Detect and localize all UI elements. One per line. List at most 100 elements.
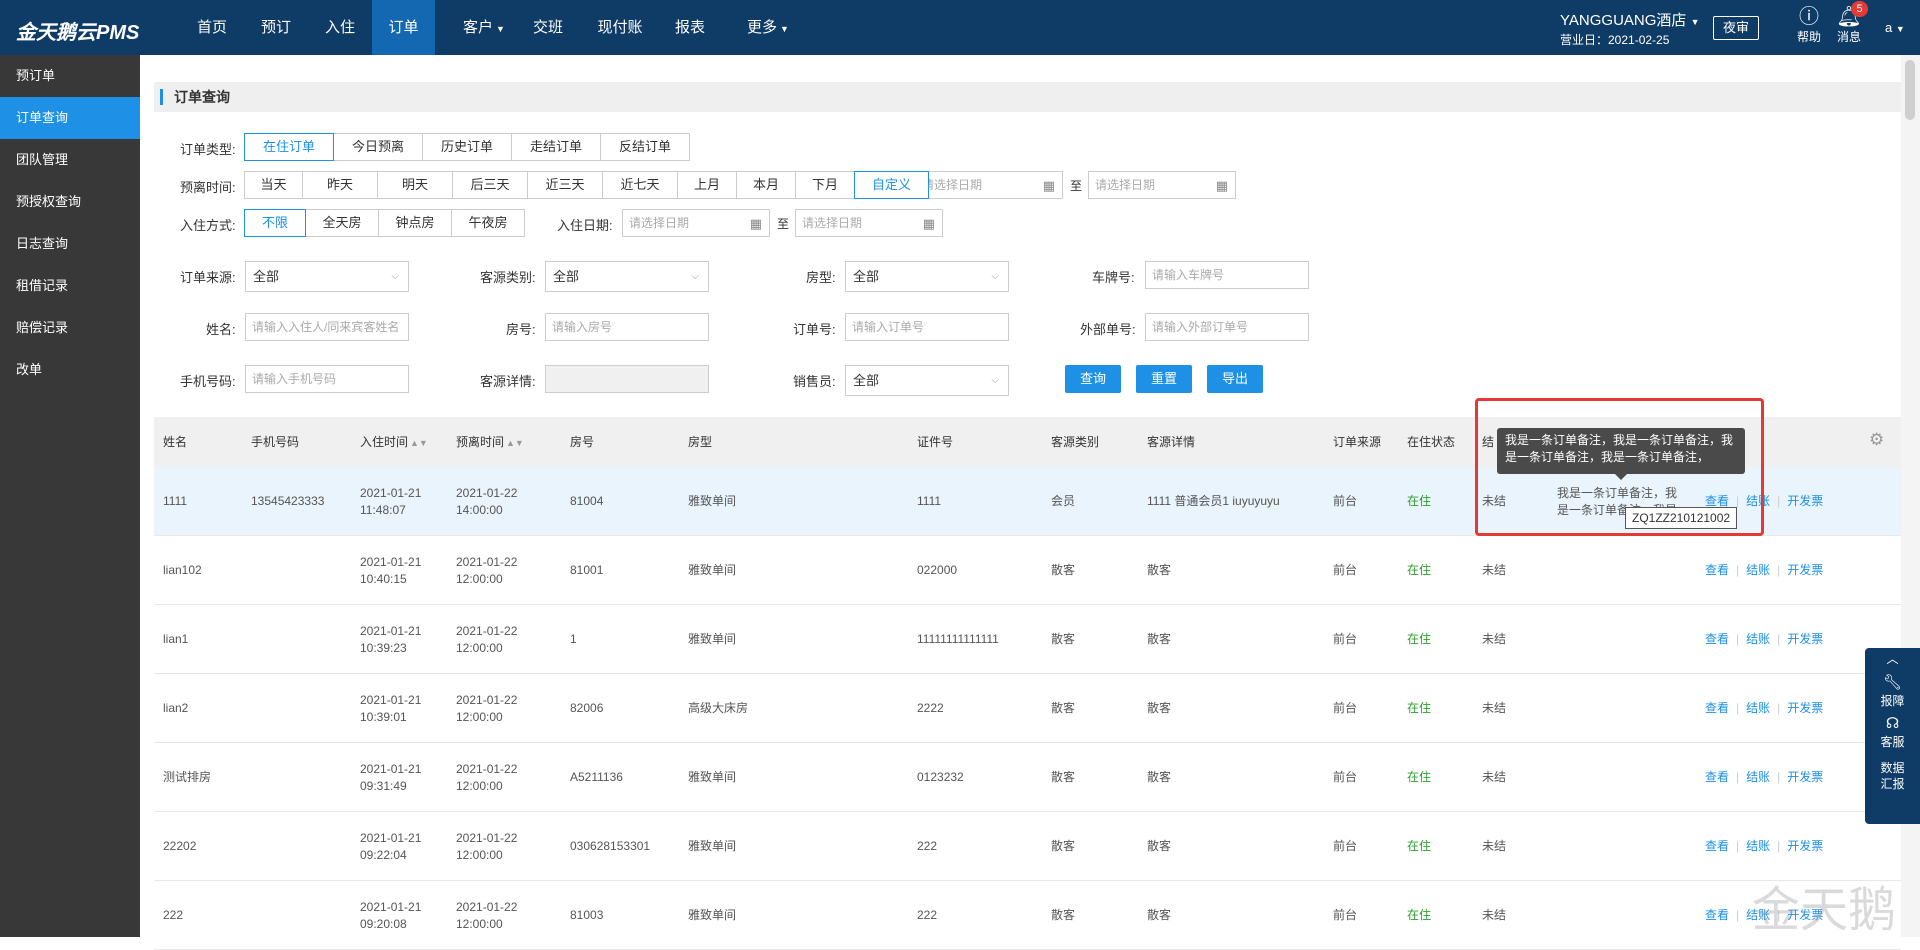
departure-yesterday[interactable]: 昨天	[302, 171, 378, 199]
departure-start-date[interactable]: 请选择日期 ▦	[915, 171, 1063, 199]
departure-next-month[interactable]: 下月	[795, 171, 855, 199]
nav-cash-account[interactable]: 现付账	[588, 0, 652, 55]
col-checkin-time[interactable]: 入住时间 ▲▼	[360, 417, 428, 467]
chevron-down-icon: ⌵	[991, 375, 999, 386]
departure-last-7-days[interactable]: 近七天	[602, 171, 678, 199]
query-button[interactable]: 查询	[1065, 365, 1121, 393]
nav-more[interactable]: 更多 ▼	[732, 0, 804, 55]
checkout-link[interactable]: 结账	[1746, 769, 1770, 786]
cell-remark-line-1: 我是一条订单备注，我	[1557, 485, 1678, 500]
nav-shift[interactable]: 交班	[524, 0, 572, 55]
nav-home[interactable]: 首页	[188, 0, 236, 55]
invoice-link[interactable]: 开发票	[1787, 700, 1823, 717]
phone-input[interactable]	[245, 365, 409, 393]
sidebar-item-rental-records[interactable]: 租借记录	[0, 265, 140, 307]
departure-last-month[interactable]: 上月	[677, 171, 737, 199]
name-input[interactable]	[245, 313, 409, 341]
sidebar-item-log-query[interactable]: 日志查询	[0, 223, 140, 265]
departure-custom[interactable]: 自定义	[854, 171, 929, 199]
data-report-button[interactable]: 数据汇报	[1880, 750, 1906, 792]
checkin-mode-hourly[interactable]: 钟点房	[378, 209, 452, 237]
sort-icon[interactable]: ▲▼	[410, 438, 428, 448]
order-type-reverse-settled[interactable]: 反结订单	[600, 133, 690, 161]
order-type-history[interactable]: 历史订单	[422, 133, 512, 161]
gear-icon[interactable]: ⚙	[1869, 430, 1884, 450]
sidebar-item-preauth-query[interactable]: 预授权查询	[0, 181, 140, 223]
departure-to-label: 至	[1070, 179, 1083, 193]
plate-input[interactable]	[1145, 261, 1309, 289]
repair-button[interactable]: 🔧︎ 报障	[1865, 670, 1920, 709]
view-link[interactable]: 查看	[1705, 769, 1729, 786]
checkin-mode-any[interactable]: 不限	[244, 209, 306, 237]
help-button[interactable]: ⓘ 帮助	[1794, 6, 1824, 45]
departure-last-3-days[interactable]: 近三天	[527, 171, 603, 199]
cell-departure: 2021-01-22 12:00:00	[456, 605, 517, 674]
view-link[interactable]: 查看	[1705, 562, 1729, 579]
checkout-link[interactable]: 结账	[1746, 631, 1770, 648]
departure-this-month[interactable]: 本月	[736, 171, 796, 199]
checkin-end-date[interactable]: 请选择日期 ▦	[795, 209, 943, 237]
app-logo[interactable]: 金天鹅云PMS	[16, 16, 139, 45]
order-type-walkout[interactable]: 走结订单	[511, 133, 601, 161]
invoice-link[interactable]: 开发票	[1787, 838, 1823, 855]
checkout-link[interactable]: 结账	[1746, 700, 1770, 717]
user-menu[interactable]: a ▼	[1885, 20, 1905, 35]
order-no-input[interactable]	[845, 313, 1009, 341]
guest-category-select[interactable]: 全部 ⌵	[545, 261, 709, 292]
nav-checkin[interactable]: 入住	[316, 0, 364, 55]
external-no-input[interactable]	[1145, 313, 1309, 341]
room-type-select[interactable]: 全部 ⌵	[845, 261, 1009, 292]
service-button[interactable]: ☊ 客服	[1865, 709, 1920, 750]
departure-today[interactable]: 当天	[244, 171, 303, 199]
checkin-start-date[interactable]: 请选择日期 ▦	[622, 209, 770, 237]
salesperson-select[interactable]: 全部 ⌵	[845, 365, 1009, 396]
order-type-in-house[interactable]: 在住订单	[244, 133, 334, 161]
scrollbar-thumb[interactable]	[1905, 60, 1915, 120]
room-no-input[interactable]	[545, 313, 709, 341]
checkout-link[interactable]: 结账	[1746, 907, 1770, 924]
col-departure-time[interactable]: 预离时间 ▲▼	[456, 417, 524, 467]
col-guest-category: 客源类别	[1051, 435, 1100, 449]
table-row[interactable]: lian2 2021-01-21 10:39:01 2021-01-22 12:00:0…	[154, 674, 1901, 743]
nav-customers[interactable]: 客户 ▼	[448, 0, 520, 55]
order-source-select[interactable]: 全部 ⌵	[245, 261, 409, 292]
sidebar-item-modify-order[interactable]: 改单	[0, 349, 140, 391]
view-link[interactable]: 查看	[1705, 907, 1729, 924]
table-row[interactable]: 测试排房 2021-01-21 09:31:49 2021-01-22 12:00:00…	[154, 743, 1901, 812]
checkin-mode-full-day[interactable]: 全天房	[305, 209, 379, 237]
invoice-link[interactable]: 开发票	[1787, 769, 1823, 786]
nav-reports[interactable]: 报表	[666, 0, 714, 55]
checkout-link[interactable]: 结账	[1746, 838, 1770, 855]
sidebar-item-compensation-records[interactable]: 赔偿记录	[0, 307, 140, 349]
reset-button[interactable]: 重置	[1136, 365, 1192, 393]
table-row[interactable]: 22202 2021-01-21 09:22:04 2021-01-22 12:00:0…	[154, 812, 1901, 881]
night-audit-button[interactable]: 夜审	[1713, 16, 1759, 40]
view-link[interactable]: 查看	[1705, 631, 1729, 648]
sidebar-item-order-query[interactable]: 订单查询	[0, 97, 140, 139]
departure-end-date[interactable]: 请选择日期 ▦	[1088, 171, 1236, 199]
sidebar-item-reservations[interactable]: 预订单	[0, 55, 140, 97]
departure-tomorrow[interactable]: 明天	[377, 171, 453, 199]
view-link[interactable]: 查看	[1705, 700, 1729, 717]
order-type-today-departure[interactable]: 今日预离	[333, 133, 423, 161]
checkin-mode-midnight[interactable]: 午夜房	[451, 209, 525, 237]
invoice-link[interactable]: 开发票	[1787, 493, 1823, 510]
checkout-link[interactable]: 结账	[1746, 493, 1770, 510]
table-row[interactable]: 222 2021-01-21 09:20:08 2021-01-22 12:00:00 8…	[154, 881, 1901, 950]
invoice-link[interactable]: 开发票	[1787, 562, 1823, 579]
invoice-link[interactable]: 开发票	[1787, 907, 1823, 924]
view-link[interactable]: 查看	[1705, 838, 1729, 855]
sidebar-item-group-management[interactable]: 团队管理	[0, 139, 140, 181]
chevron-up-icon[interactable]: ︿	[1865, 648, 1920, 670]
departure-next-3-days[interactable]: 后三天	[452, 171, 528, 199]
checkout-link[interactable]: 结账	[1746, 562, 1770, 579]
invoice-link[interactable]: 开发票	[1787, 631, 1823, 648]
export-button[interactable]: 导出	[1207, 365, 1263, 393]
table-row[interactable]: lian1 2021-01-21 10:39:23 2021-01-22 12:00:0…	[154, 605, 1901, 674]
hotel-selector[interactable]: YANGGUANG酒店 ▼	[1560, 9, 1700, 30]
nav-orders[interactable]: 订单	[372, 0, 435, 55]
cell-guest-category: 会员	[1051, 494, 1076, 508]
nav-reservation[interactable]: 预订	[252, 0, 300, 55]
sort-icon[interactable]: ▲▼	[506, 438, 524, 448]
table-row[interactable]: lian102 2021-01-21 10:40:15 2021-01-22 12:00…	[154, 536, 1901, 605]
